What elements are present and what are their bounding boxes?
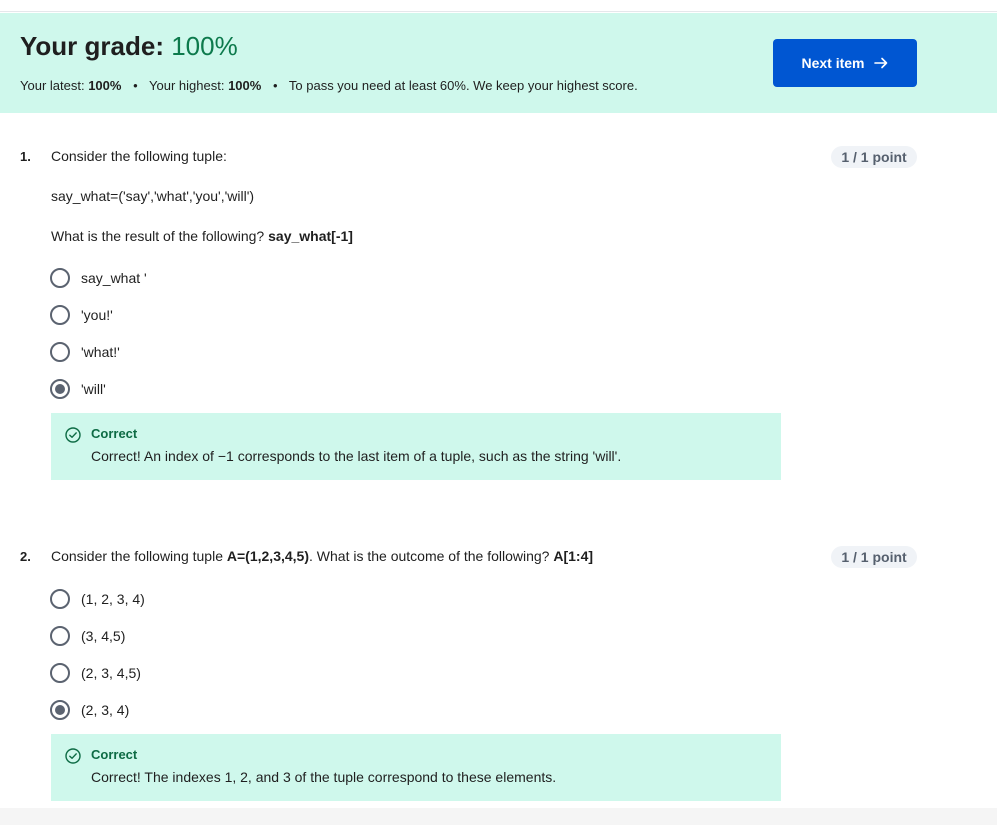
check-circle-icon [65,748,81,764]
separator-dot: • [133,78,138,93]
question-text-code: say_what[-1] [268,228,353,244]
option-label: (3, 4,5) [81,628,126,644]
feedback-box: Correct Correct! The indexes 1, 2, and 3… [51,734,781,801]
question-prompt: Consider the following tuple: [51,148,227,164]
answer-option-selected[interactable]: (2, 3, 4) [50,699,129,721]
question-prompt-mid: . What is the outcome of the following? [309,548,550,564]
option-label: say_what ' [81,270,147,286]
option-label: (2, 3, 4,5) [81,665,141,681]
arrow-right-icon [873,57,887,69]
top-border [0,0,997,12]
radio-button-selected[interactable] [50,700,70,720]
question-text: What is the result of the following? say… [51,228,353,244]
radio-button[interactable] [50,663,70,683]
feedback-title: Correct [91,747,138,762]
option-label: (1, 2, 3, 4) [81,591,145,607]
answer-option-selected[interactable]: 'will' [50,378,106,400]
radio-button[interactable] [50,305,70,325]
question-code: say_what=('say','what','you','will') [51,188,255,204]
answer-option[interactable]: 'what!' [50,341,120,363]
answer-option[interactable]: say_what ' [50,267,147,289]
quiz-page: Your grade: 100% Your latest: 100% • You… [0,0,997,808]
question-prompt: Consider the following tuple A=(1,2,3,4,… [51,548,593,564]
separator-dot: • [272,78,278,93]
points-badge: 1 / 1 point [831,546,917,568]
question-text-prefix: What is the result of the following? [51,228,265,244]
option-label: 'what!' [81,344,120,360]
highest-label: Your highest: [149,78,225,93]
feedback-text: Correct! An index of −1 corresponds to t… [91,448,622,464]
answer-option[interactable]: (1, 2, 3, 4) [50,588,145,610]
feedback-title: Correct [91,426,138,441]
grade-percent: 100% [171,31,238,61]
question-number: 1. [20,149,31,164]
points-badge: 1 / 1 point [831,146,917,168]
radio-button[interactable] [50,589,70,609]
question-prompt-slice: A[1:4] [553,548,594,564]
radio-button-selected[interactable] [50,379,70,399]
pass-note: To pass you need at least 60%. We keep y… [288,78,638,93]
highest-value: 100% [228,78,262,93]
radio-button[interactable] [50,268,70,288]
question-prompt-tuple: A=(1,2,3,4,5) [226,548,309,564]
grade-banner: Your grade: 100% Your latest: 100% • You… [0,13,997,113]
check-circle-icon [65,427,81,443]
feedback-box: Correct Correct! An index of −1 correspo… [51,413,781,480]
radio-button[interactable] [50,342,70,362]
next-item-button[interactable]: Next item [773,39,917,87]
latest-value: 100% [88,78,122,93]
grade-title: Your grade: 100% [20,31,238,62]
radio-button[interactable] [50,626,70,646]
option-label: (2, 3, 4) [81,702,130,718]
next-item-label: Next item [801,55,865,71]
answer-option[interactable]: 'you!' [50,304,113,326]
option-label: 'will' [81,381,106,397]
question-number: 2. [20,549,31,564]
option-label: 'you!' [81,307,113,323]
answer-option[interactable]: (3, 4,5) [50,625,125,647]
latest-label: Your latest: [20,78,85,93]
question-prompt-prefix: Consider the following tuple [51,548,223,564]
feedback-text: Correct! The indexes 1, 2, and 3 of the … [91,769,557,785]
grade-summary: Your latest: 100% • Your highest: 100% •… [20,78,638,93]
answer-option[interactable]: (2, 3, 4,5) [50,662,141,684]
grade-title-label: Your grade: [20,31,164,61]
